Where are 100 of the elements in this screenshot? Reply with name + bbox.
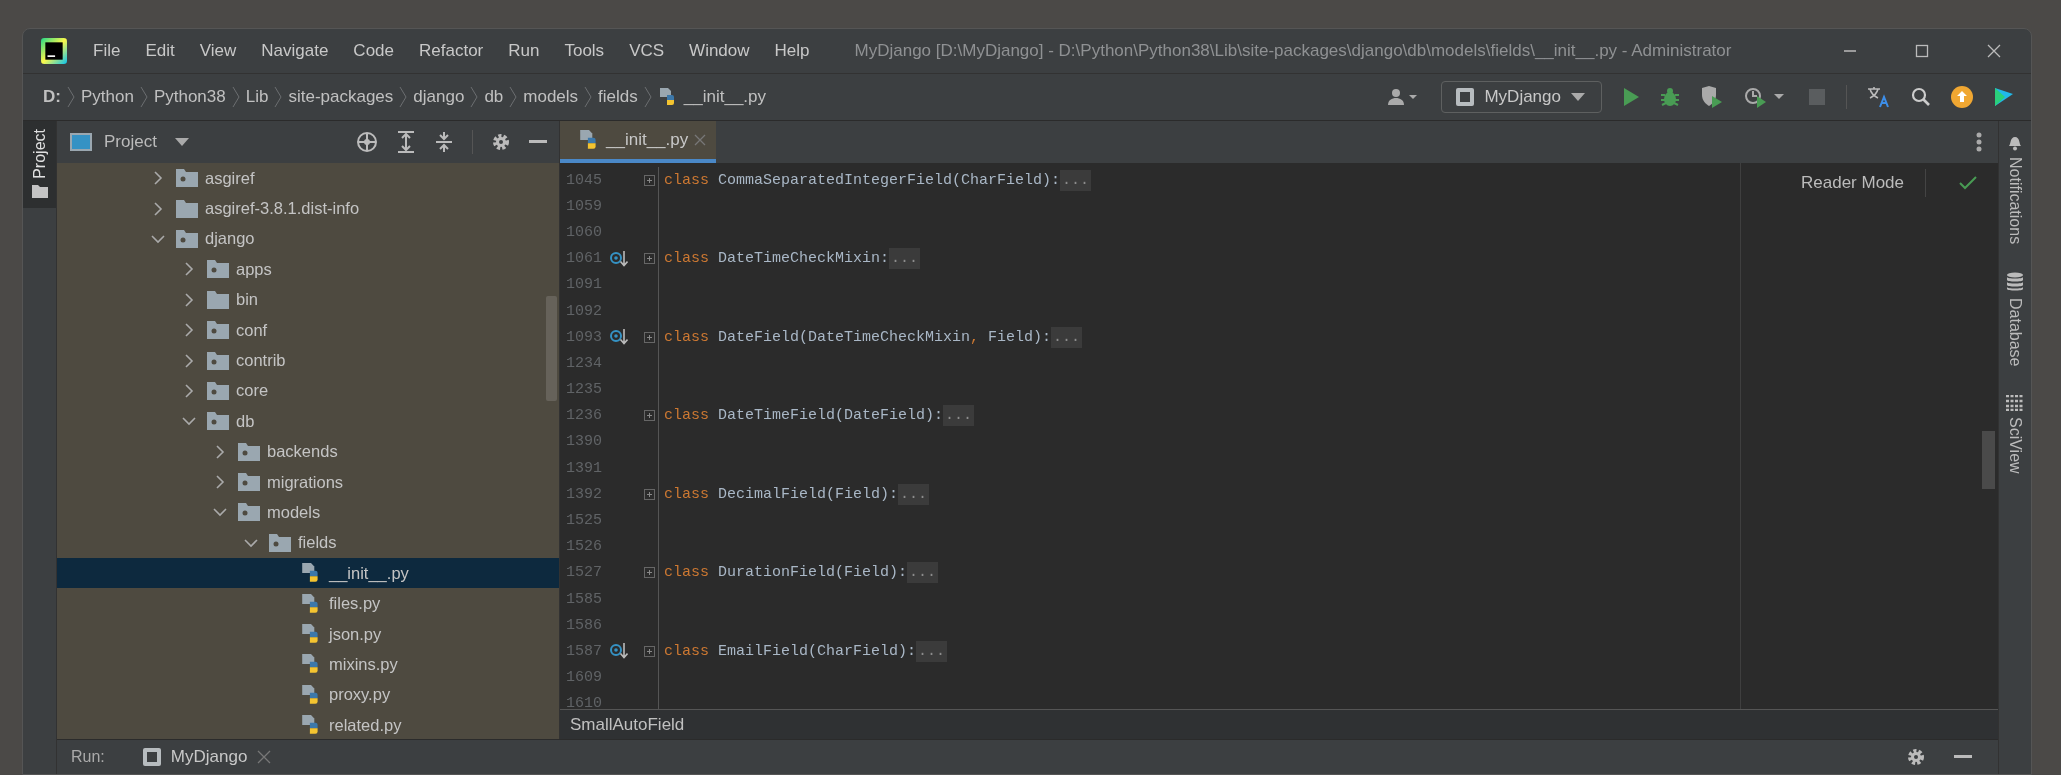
tree-item[interactable]: related.py [57, 710, 559, 739]
tree-item[interactable]: mixins.py [57, 649, 559, 680]
breadcrumb-item[interactable]: models [523, 87, 579, 107]
breadcrumb-separator-icon [584, 86, 593, 108]
breadcrumb-item[interactable]: db [484, 87, 504, 107]
menu-item[interactable]: Tools [564, 41, 605, 61]
breadcrumb-item[interactable]: Lib [245, 87, 269, 107]
chevron-right-icon [182, 262, 196, 277]
close-icon[interactable] [257, 750, 272, 764]
locate-icon[interactable] [356, 131, 378, 153]
line-number: 1234 [565, 354, 602, 372]
tool-window-tab[interactable]: Database [2006, 272, 2024, 367]
line-number: 1527 [565, 564, 602, 582]
tool-window-tab[interactable]: Project [23, 121, 56, 208]
translate-icon[interactable] [1867, 86, 1891, 108]
collapse-all-icon[interactable] [434, 131, 454, 153]
bug-icon[interactable] [1660, 87, 1680, 107]
breadcrumb-item[interactable]: D: [43, 87, 61, 107]
line-number: 1061 [565, 250, 602, 268]
panel-title[interactable]: Project [104, 132, 157, 152]
run-icon[interactable] [1622, 87, 1640, 107]
code-breadcrumb[interactable]: SmallAutoField [570, 714, 685, 735]
breadcrumb-item[interactable]: fields [598, 87, 638, 107]
folded-code-marker[interactable]: ... [889, 248, 921, 270]
breadcrumb-item[interactable]: Python [80, 87, 134, 107]
scrollbar-thumb[interactable] [546, 296, 557, 401]
hide-icon[interactable] [529, 140, 547, 144]
tool-window-tab[interactable]: SciView [2006, 394, 2024, 474]
tree-item[interactable]: asgiref [57, 163, 559, 194]
tree-item[interactable]: contrib [57, 345, 559, 376]
tool-window-tab[interactable]: Notifications [2006, 133, 2024, 245]
tree-item[interactable]: fields [57, 527, 559, 559]
tree-item[interactable]: apps [57, 254, 559, 285]
menu-item[interactable]: Run [508, 41, 540, 61]
folded-code-marker[interactable]: ... [898, 483, 930, 505]
tree-item[interactable]: bin [57, 284, 559, 315]
editor-tab[interactable]: __init__.py [560, 121, 717, 163]
run-tab[interactable]: MyDjango [142, 747, 272, 767]
fold-expand-icon[interactable] [644, 253, 655, 265]
tree-item[interactable]: files.py [57, 588, 559, 619]
expand-all-icon[interactable] [396, 131, 416, 153]
menu-item[interactable]: Refactor [419, 41, 484, 61]
settings-icon[interactable] [491, 132, 511, 152]
menu-item[interactable]: Edit [145, 41, 175, 61]
breadcrumb-item[interactable]: __init__.py [657, 87, 767, 107]
window-title: MyDjango [D:\MyDjango] - D:\Python\Python38\Lib\site-packages\django\db\models\fields\__init__.py - Administrator [854, 41, 1732, 61]
menu-item[interactable]: VCS [629, 41, 665, 61]
breadcrumb-item[interactable]: django [413, 87, 465, 107]
tree-item[interactable]: conf [57, 314, 559, 346]
package-folder-icon [176, 229, 198, 248]
hide-icon[interactable] [1954, 755, 1972, 759]
menu-item[interactable]: Help [774, 41, 810, 61]
folded-code-marker[interactable]: ... [907, 562, 939, 584]
tree-item[interactable]: backends [57, 436, 559, 467]
search-icon[interactable] [1911, 87, 1931, 107]
fold-expand-icon[interactable] [644, 331, 655, 343]
scrollbar-thumb[interactable] [1982, 431, 1995, 489]
overridden-method-icon[interactable] [610, 642, 628, 661]
breadcrumb-separator-icon [274, 86, 283, 108]
folded-code-marker[interactable]: ... [916, 640, 948, 662]
tree-item[interactable]: migrations [57, 466, 559, 498]
settings-icon[interactable] [1906, 747, 1926, 767]
menu-item[interactable]: Code [353, 41, 394, 61]
update-icon[interactable] [1951, 86, 1973, 108]
fold-expand-icon[interactable] [644, 645, 655, 657]
breadcrumb-item[interactable]: Python38 [153, 87, 226, 107]
package-folder-icon [207, 260, 229, 279]
package-folder-icon [176, 169, 198, 188]
menu-item[interactable]: Window [689, 41, 750, 61]
run-config-dropdown[interactable]: MyDjango [1441, 81, 1602, 113]
fold-expand-icon[interactable] [644, 567, 655, 579]
tree-item[interactable]: json.py [57, 618, 559, 650]
overridden-method-icon[interactable] [610, 328, 628, 347]
code-line: class DurationField(Field): [664, 564, 908, 582]
fold-expand-icon[interactable] [644, 488, 655, 500]
breadcrumb-separator-icon [139, 86, 148, 108]
more-icon[interactable] [1976, 132, 1982, 152]
folded-code-marker[interactable]: ... [943, 405, 975, 427]
fold-expand-icon[interactable] [644, 410, 655, 422]
overridden-method-icon[interactable] [610, 249, 628, 268]
menu-item[interactable]: File [93, 41, 121, 61]
coverage-icon[interactable] [1700, 86, 1724, 108]
tree-item[interactable]: asgiref-3.8.1.dist-info [57, 193, 559, 224]
tree-item[interactable]: django [57, 223, 559, 255]
tree-item[interactable]: core [57, 375, 559, 407]
tree-item[interactable]: db [57, 406, 559, 437]
menu-item[interactable]: Navigate [261, 41, 329, 61]
menu-item[interactable]: View [199, 41, 237, 61]
tree-item[interactable]: __init__.py [57, 558, 559, 589]
maximize-icon[interactable] [1915, 44, 1929, 58]
tree-item[interactable]: models [57, 497, 559, 528]
fold-expand-icon[interactable] [644, 174, 655, 186]
folded-code-marker[interactable]: ... [1060, 169, 1092, 191]
line-number: 1609 [565, 669, 602, 687]
reader-mode-button[interactable]: Reader Mode [1801, 173, 1904, 193]
close-icon[interactable] [1987, 44, 2001, 58]
breadcrumb-item[interactable]: site-packages [288, 87, 394, 107]
folded-code-marker[interactable]: ... [1051, 326, 1083, 348]
caret-icon[interactable] [174, 138, 189, 146]
tree-item[interactable]: proxy.py [57, 679, 559, 711]
